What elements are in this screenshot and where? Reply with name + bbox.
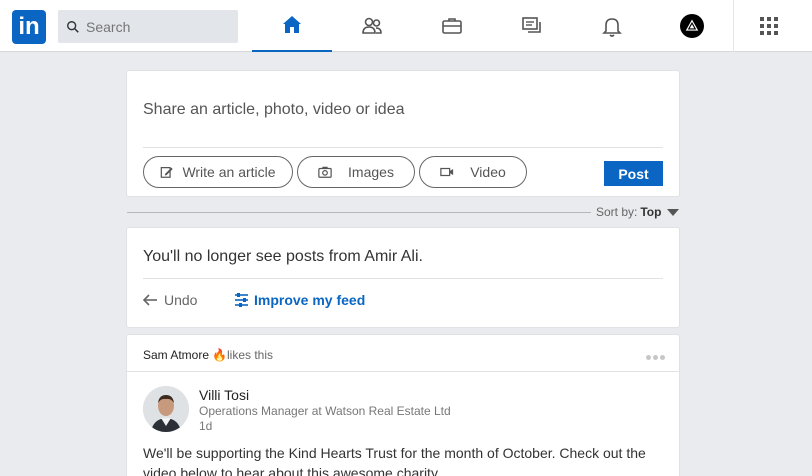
camera-icon [318,166,332,178]
search-icon [67,20,79,33]
post-timestamp: 1d [199,419,213,433]
undo-button[interactable]: Undo [143,292,197,308]
hidden-post-message: You'll no longer see posts from Amir Ali… [143,248,423,265]
images-label: Images [348,164,394,180]
me-avatar [680,14,704,38]
liker-name[interactable]: Sam Atmore [143,348,209,362]
search-box[interactable] [58,10,238,43]
share-divider [143,147,663,148]
author-name[interactable]: Villi Tosi [199,387,249,403]
sliders-icon [235,293,248,307]
author-photo [143,386,189,432]
share-prompt[interactable]: Share an article, photo, video or idea [143,101,405,119]
messaging-icon [522,17,541,33]
post-text: We'll be supporting the Kind Hearts Trus… [143,445,646,476]
notifications-icon [602,18,622,37]
video-label: Video [470,164,506,180]
social-context: Sam Atmore 🔥 likes this [143,348,273,362]
undo-label: Undo [164,292,198,308]
caret-down-icon [667,208,680,216]
images-button[interactable]: Images [297,156,415,188]
write-article-label: Write an article [182,164,276,180]
network-icon [362,17,382,34]
search-input[interactable] [86,18,236,35]
improve-feed-button[interactable]: Improve my feed [234,292,365,308]
improve-feed-label: Improve my feed [254,292,366,308]
hidden-divider [143,278,663,279]
post-button[interactable]: Post [604,161,663,186]
nav-work[interactable] [735,0,803,52]
work-grid-icon [760,17,778,35]
nav-jobs[interactable] [412,0,492,52]
sort-divider [127,212,591,213]
author-avatar[interactable] [143,386,189,432]
feed-post: Sam Atmore 🔥 likes this Villi Tosi Opera… [127,335,679,476]
nav-network[interactable] [332,0,412,52]
avatar-logo-icon [685,19,699,31]
liker-action: likes this [226,348,273,362]
jobs-icon [442,18,462,34]
post-menu-button[interactable] [644,355,665,360]
nav-divider [733,0,734,52]
linkedin-logo[interactable]: in [12,10,46,44]
nav-messaging[interactable] [492,0,572,52]
top-nav: in [0,0,812,52]
write-article-button[interactable]: Write an article [143,156,293,188]
nav-me[interactable] [652,0,732,52]
author-headline: Operations Manager at Watson Real Estate… [199,404,451,418]
sort-label: Sort by: [596,205,638,219]
nav-notifications[interactable] [572,0,652,52]
video-camera-icon [440,167,454,177]
video-button[interactable]: Video [419,156,527,188]
nav-home[interactable] [252,0,332,52]
share-box: Share an article, photo, video or idea W… [127,71,679,196]
hidden-post-card: You'll no longer see posts from Amir Ali… [127,228,679,327]
undo-arrow-icon [143,294,157,306]
edit-icon [161,167,174,178]
fire-icon: 🔥 [212,348,227,362]
post-divider [127,371,679,372]
sort-value: Top [640,205,662,219]
sort-control[interactable]: Sort by: Top [596,205,680,219]
home-icon [283,16,301,33]
